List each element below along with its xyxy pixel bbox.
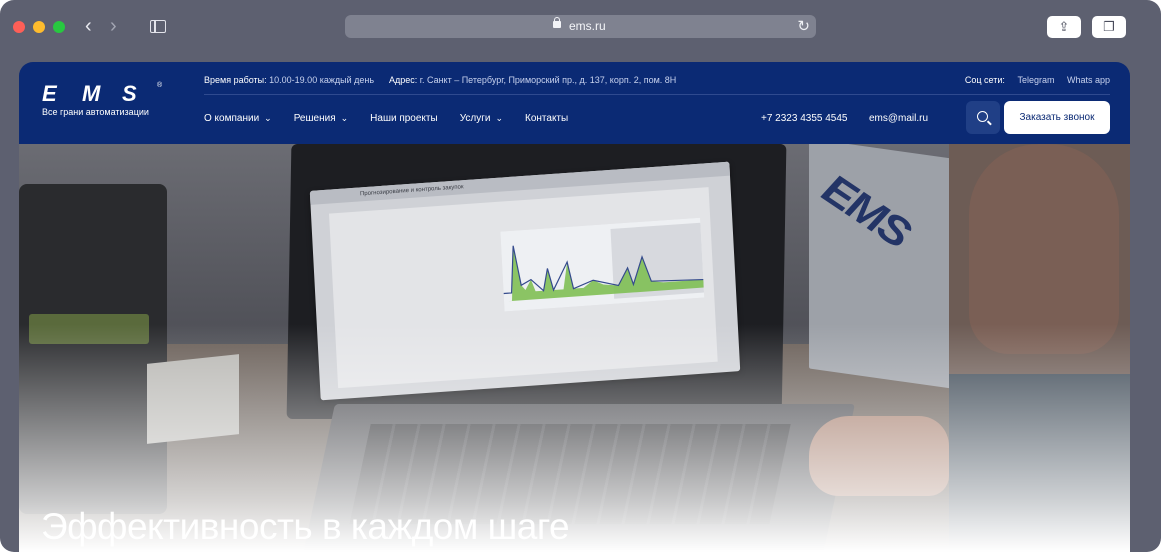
close-window-button[interactable] [13,21,25,33]
menu-item-company[interactable]: О компании ⌄ [204,113,272,124]
logo-tagline: Все грани автоматизации [42,107,149,117]
browser-window: ‹ › ems.ru ↻ ⇪ ❐ E M S ® Все грани автом… [0,0,1161,552]
request-call-button[interactable]: Заказать звонок [1004,101,1110,134]
tabs-icon: ❐ [1103,19,1115,34]
box-logo-icon: EMS [814,164,917,258]
email-link[interactable]: ems@mail.ru [869,113,928,124]
whatsapp-link[interactable]: Whats app [1067,75,1110,85]
menu-item-label: Услуги [459,113,491,124]
chevron-down-icon: ⌄ [495,113,503,123]
menu-item-projects[interactable]: Наши проекты [370,113,438,124]
menu-item-services[interactable]: Услуги ⌄ [460,113,503,124]
address-value: г. Санкт – Петербург, Приморский пр., д.… [419,75,677,85]
sidebar-toggle-icon[interactable] [150,20,166,33]
browser-toolbar: ‹ › ems.ru ↻ ⇪ ❐ [0,0,1161,56]
screen-chart [500,217,705,312]
reload-icon[interactable]: ↻ [797,17,810,35]
logo[interactable]: E M S ® Все грани автоматизации [42,81,162,117]
menu-item-label: Контакты [525,113,569,124]
social-links: Соц сети: Telegram Whats app [965,75,1110,85]
maximize-window-button[interactable] [53,21,65,33]
chevron-down-icon: ⌄ [264,113,272,123]
registered-icon: ® [157,82,163,89]
hours-value: 10.00-19.00 каждый день [269,75,375,85]
forward-icon[interactable]: › [110,16,117,36]
main-menu: О компании ⌄ Решения ⌄ Наши проекты Услуги… [204,113,568,124]
back-icon[interactable]: ‹ [85,16,92,36]
logo-letter: S [122,81,137,106]
hours-label: Время работы: [204,75,267,85]
menu-item-contacts[interactable]: Контакты [525,113,568,124]
minimize-window-button[interactable] [33,21,45,33]
hero-title: Эффективность в каждом шаге [41,506,570,547]
site-header: E M S ® Все грани автоматизации Время ра… [19,62,1130,144]
address-label: Адрес: [389,75,418,85]
share-icon: ⇪ [1058,19,1070,34]
working-hours: Время работы: 10.00-19.00 каждый день [204,75,374,85]
search-button[interactable] [966,101,1000,134]
share-button[interactable]: ⇪ [1047,16,1081,38]
social-label: Соц сети: [964,75,1005,85]
hero-banner: EMS Прогнозирование и контроль закупок Э… [19,144,1130,552]
url-text: ems.ru [569,19,606,33]
phone-link[interactable]: +7 2323 4355 4545 [761,113,847,124]
menu-item-label: О компании [204,113,260,124]
lock-icon [553,17,561,28]
menu-item-label: Наши проекты [370,113,438,124]
address: Адрес: г. Санкт – Петербург, Приморский … [389,75,676,85]
menu-item-solutions[interactable]: Решения ⌄ [294,113,348,124]
menu-item-label: Решения [293,113,336,124]
header-divider [204,94,1110,95]
logo-letter: M [82,81,100,106]
telegram-link[interactable]: Telegram [1017,75,1054,85]
address-bar[interactable]: ems.ru ↻ [345,15,816,38]
logo-mark: E M S [42,81,158,106]
web-page: E M S ® Все грани автоматизации Время ра… [19,62,1130,552]
chevron-down-icon: ⌄ [340,113,349,123]
logo-letter: E [42,81,57,106]
tab-overview-button[interactable]: ❐ [1092,16,1126,38]
